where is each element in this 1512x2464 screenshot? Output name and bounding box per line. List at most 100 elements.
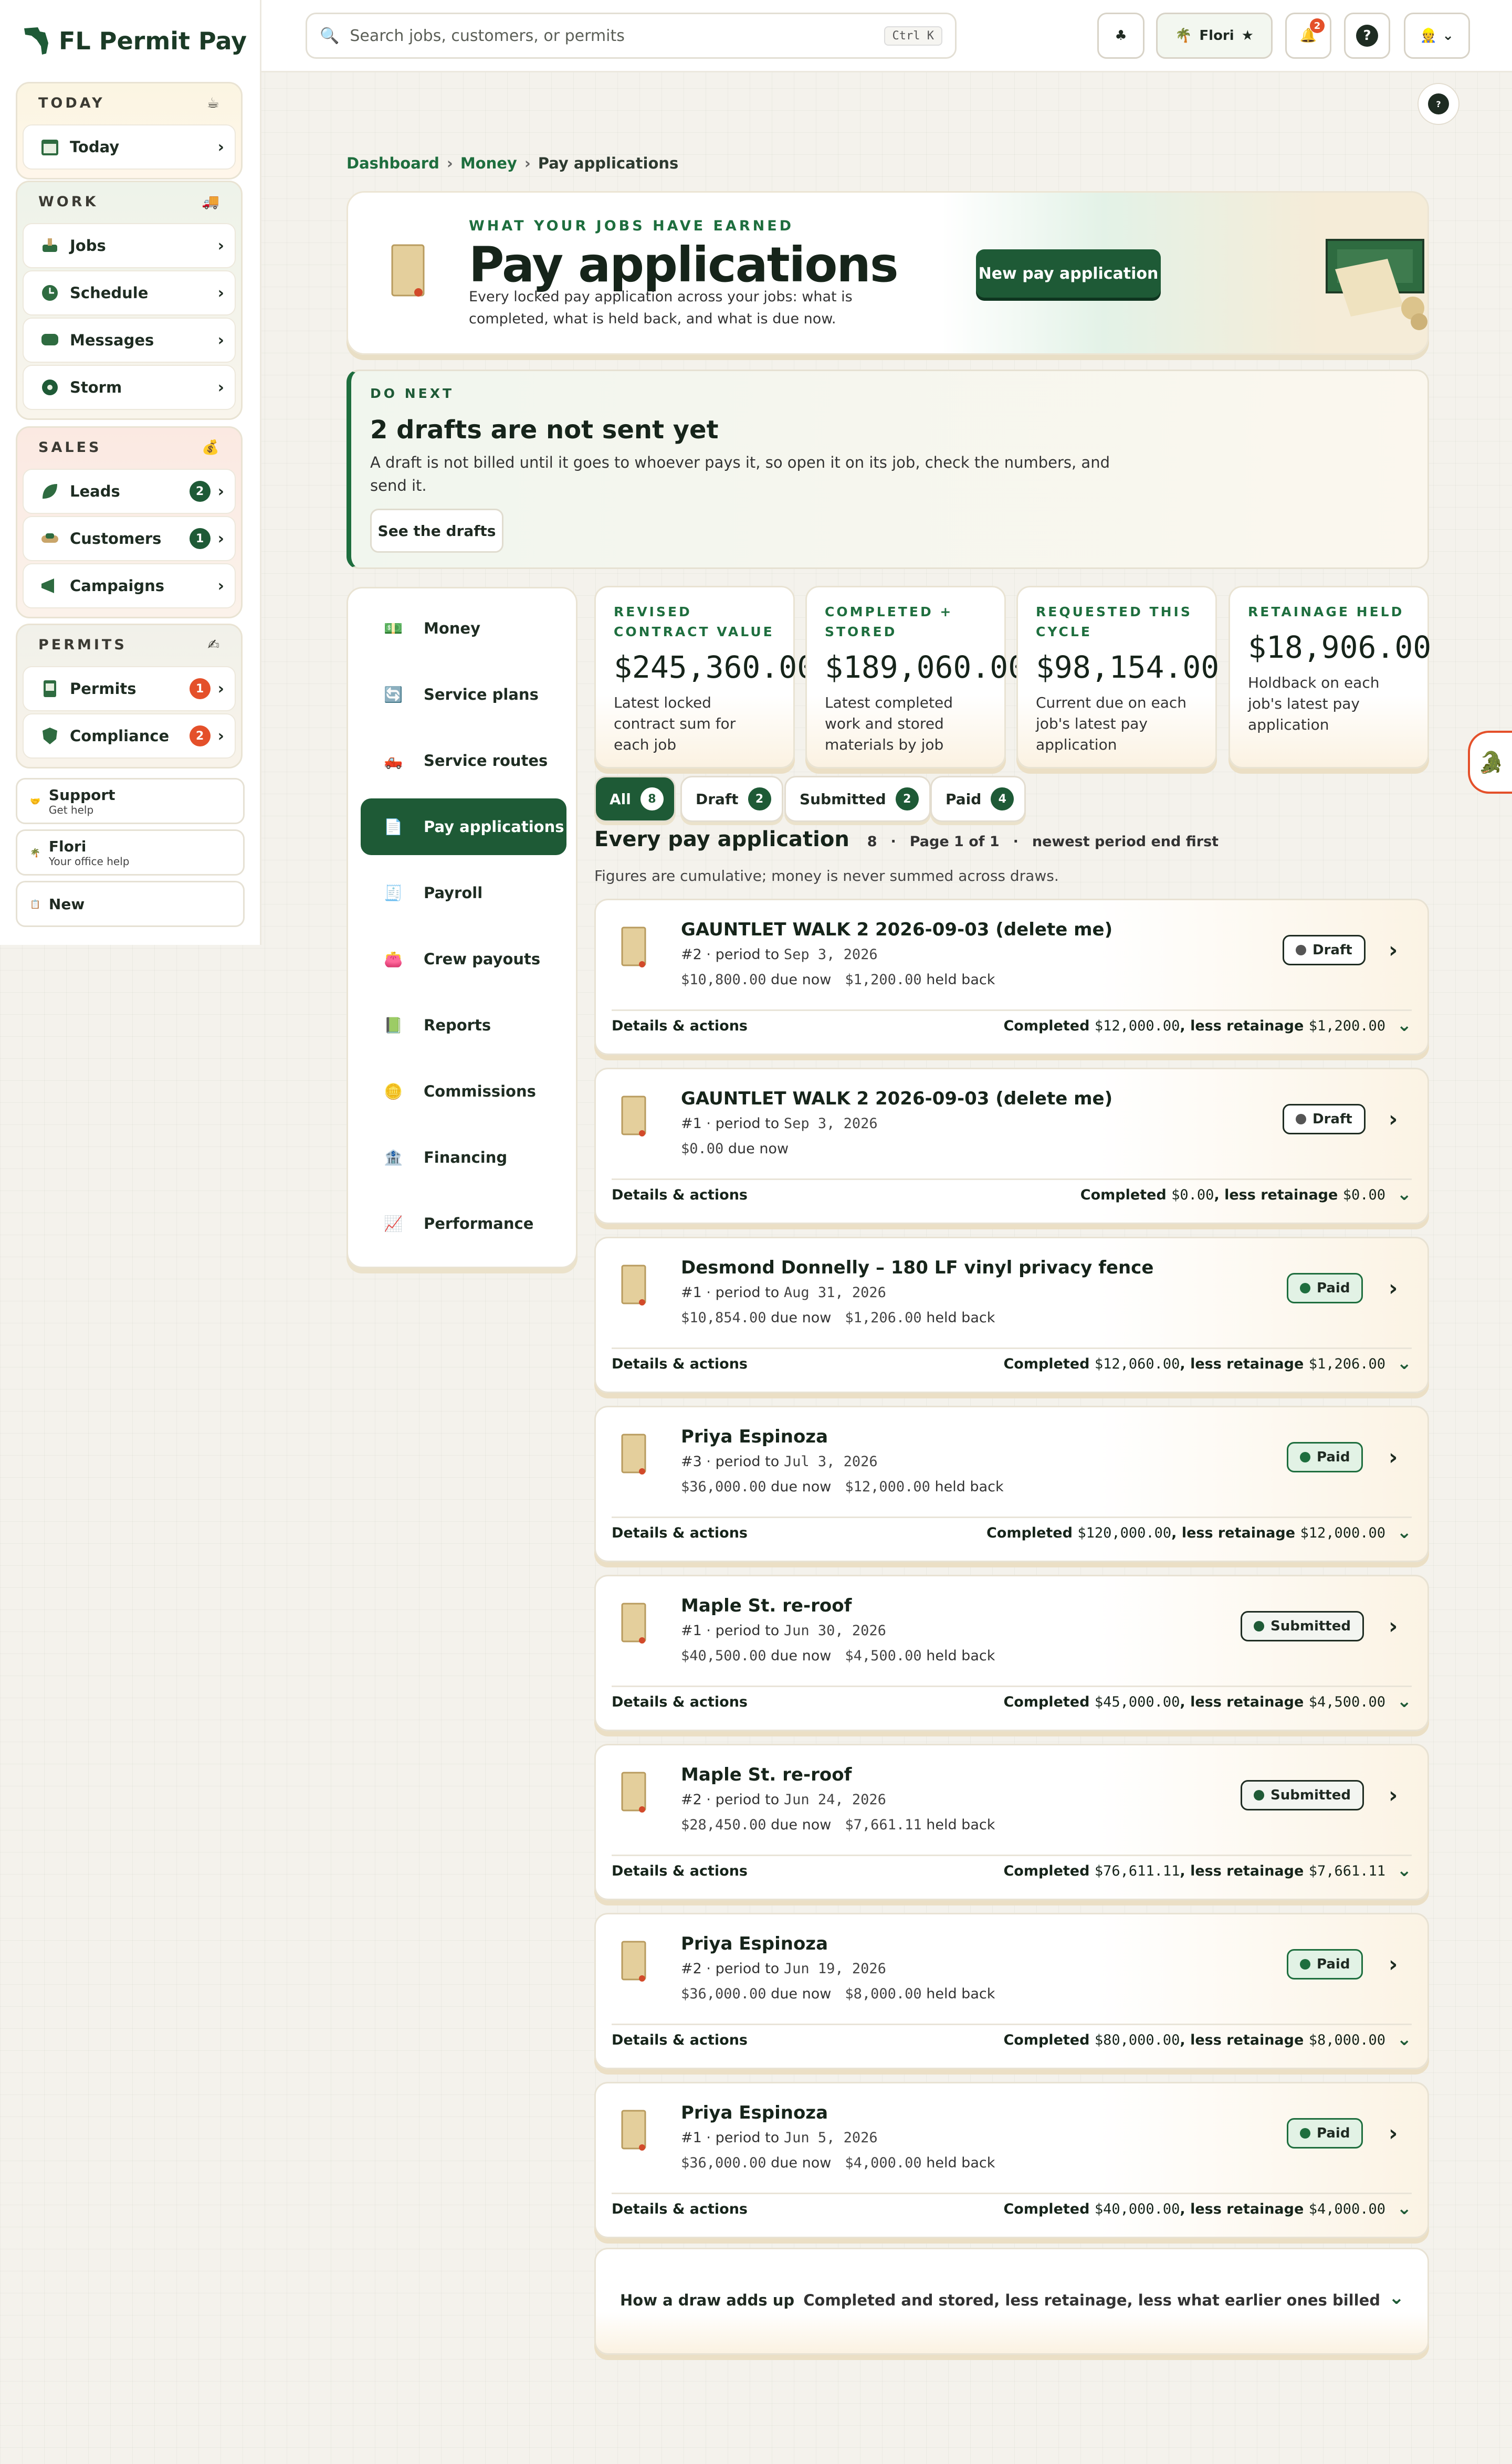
chevron-right-icon[interactable]: › xyxy=(1389,1106,1398,1132)
pay-app-amounts: $10,800.00 due now $1,200.00 held back xyxy=(681,972,995,988)
account-menu-button[interactable]: 👷 ⌄ xyxy=(1404,13,1470,59)
pay-application-card[interactable]: GAUNTLET WALK 2 2026-09-03 (delete me) #2… xyxy=(594,899,1429,1055)
page-help-button[interactable]: ? xyxy=(1418,83,1460,125)
chevron-down-icon[interactable]: ⌄ xyxy=(1397,1522,1412,1543)
subnav-pay-applications[interactable]: 📄 Pay applications xyxy=(361,798,566,855)
chevron-right-icon: › xyxy=(217,576,224,595)
do-next-description: A draft is not billed until it goes to w… xyxy=(370,454,1110,494)
chevron-right-icon[interactable]: › xyxy=(1389,1444,1398,1470)
chevron-right-icon[interactable]: › xyxy=(1389,1613,1398,1639)
filter-tab-draft[interactable]: Draft 2 xyxy=(680,776,783,822)
details-actions-toggle[interactable]: Details & actions xyxy=(612,1187,748,1203)
chevron-down-icon[interactable]: ⌄ xyxy=(1397,1015,1412,1036)
list-sort[interactable]: newest period end first xyxy=(1032,834,1219,850)
pay-app-title[interactable]: Priya Espinoza xyxy=(681,2102,828,2123)
chevron-right-icon[interactable]: › xyxy=(1389,1951,1398,1977)
pay-app-title[interactable]: Maple St. re-roof xyxy=(681,1764,852,1785)
chevron-down-icon[interactable]: ⌄ xyxy=(1397,1353,1412,1374)
pay-application-card[interactable]: Priya Espinoza #3 · period to Jul 3, 2026… xyxy=(594,1406,1429,1562)
pay-application-card[interactable]: Priya Espinoza #2 · period to Jun 19, 202… xyxy=(594,1913,1429,2069)
chevron-down-icon[interactable]: ⌄ xyxy=(1397,1860,1412,1881)
subnav-financing[interactable]: 🏦 Financing xyxy=(361,1129,566,1186)
new-pay-application-button[interactable]: New pay application xyxy=(976,249,1161,298)
assistant-link[interactable]: 🌴 Flori Your office help xyxy=(16,829,245,876)
see-drafts-button[interactable]: See the drafts xyxy=(370,509,503,553)
filter-tab-paid[interactable]: Paid 4 xyxy=(930,776,1026,822)
coin-stack-icon: 🪙 xyxy=(383,1082,403,1100)
pay-app-amounts: $36,000.00 due now $8,000.00 held back xyxy=(681,1986,995,2002)
sidebar-item-leads[interactable]: Leads 2 › xyxy=(23,469,236,514)
flori-floating-button[interactable]: 🐊 xyxy=(1468,731,1512,794)
breadcrumb: Dashboard › Money › Pay applications xyxy=(346,154,679,172)
pay-app-title[interactable]: Priya Espinoza xyxy=(681,1426,828,1447)
pay-application-card[interactable]: Maple St. re-roof #2 · period to Jun 24, … xyxy=(594,1744,1429,1900)
subnav-commissions[interactable]: 🪙 Commissions xyxy=(361,1063,566,1120)
chevron-right-icon[interactable]: › xyxy=(1389,1782,1398,1808)
subnav-performance[interactable]: 📈 Performance xyxy=(361,1195,566,1252)
app-logo[interactable]: FL Permit Pay xyxy=(22,22,247,60)
subnav-crew-payouts[interactable]: 👛 Crew payouts xyxy=(361,931,566,987)
chevron-down-icon[interactable]: ⌄ xyxy=(1397,2029,1412,2050)
hero-card: WHAT YOUR JOBS HAVE EARNED Pay applicati… xyxy=(346,191,1429,355)
metric-revised-contract: REVISED CONTRACT VALUE $245,360.00 Latest … xyxy=(594,586,815,768)
new-button[interactable]: 📋 New xyxy=(16,881,245,927)
status-dot-icon xyxy=(1296,945,1306,955)
money-hand-icon: 💵 xyxy=(383,619,403,637)
pay-app-amounts: $36,000.00 due now $12,000.00 held back xyxy=(681,1479,1004,1495)
help-button[interactable]: ? xyxy=(1344,13,1390,59)
details-actions-toggle[interactable]: Details & actions xyxy=(612,1863,748,1879)
breadcrumb-dashboard[interactable]: Dashboard xyxy=(346,154,439,172)
support-link[interactable]: 🤝 Support Get help xyxy=(16,778,245,824)
how-draw-adds-up[interactable]: How a draw adds up Completed and stored,… xyxy=(594,2248,1429,2355)
chevron-right-icon[interactable]: › xyxy=(1389,2120,1398,2146)
breadcrumb-money[interactable]: Money xyxy=(460,154,517,172)
details-actions-toggle[interactable]: Details & actions xyxy=(612,2201,748,2217)
flori-button[interactable]: 🌴 Flori ★ xyxy=(1156,13,1273,59)
quick-actions-button[interactable]: ♣ xyxy=(1097,13,1144,59)
metric-completed-stored: COMPLETED + STORED $189,060.00 Latest comp… xyxy=(805,586,1026,768)
subnav-money[interactable]: 💵 Money xyxy=(361,600,566,657)
pay-application-card[interactable]: Maple St. re-roof #1 · period to Jun 30, … xyxy=(594,1575,1429,1731)
pay-app-title[interactable]: Maple St. re-roof xyxy=(681,1595,852,1616)
details-actions-toggle[interactable]: Details & actions xyxy=(612,1694,748,1710)
filter-tab-submitted[interactable]: Submitted 2 xyxy=(784,776,931,822)
flori-mascot-icon: 🌴 xyxy=(30,847,40,858)
sidebar-item-schedule[interactable]: Schedule › xyxy=(23,270,236,315)
pay-document-icon: 📄 xyxy=(383,817,403,836)
list-header: Every pay application 8 · Page 1 of 1 · … xyxy=(594,827,1219,851)
notifications-button[interactable]: 🔔 2 xyxy=(1285,13,1331,59)
pay-application-card[interactable]: Priya Espinoza #1 · period to Jun 5, 2026… xyxy=(594,2082,1429,2238)
chevron-down-icon[interactable]: ⌄ xyxy=(1397,1691,1412,1712)
sidebar-item-permits[interactable]: Permits 1 › xyxy=(23,666,236,711)
subnav-reports[interactable]: 📗 Reports xyxy=(361,997,566,1054)
filter-tab-all[interactable]: All 8 xyxy=(594,776,676,822)
chevron-right-icon[interactable]: › xyxy=(1389,1275,1398,1301)
pay-application-card[interactable]: GAUNTLET WALK 2 2026-09-03 (delete me) #1… xyxy=(594,1068,1429,1224)
details-actions-toggle[interactable]: Details & actions xyxy=(612,1018,748,1034)
sidebar-item-jobs[interactable]: Jobs › xyxy=(23,223,236,268)
sidebar-item-messages[interactable]: Messages › xyxy=(23,318,236,363)
pay-app-title[interactable]: GAUNTLET WALK 2 2026-09-03 (delete me) xyxy=(681,1088,1112,1109)
subnav-payroll[interactable]: 🧾 Payroll xyxy=(361,865,566,921)
pay-app-title[interactable]: Priya Espinoza xyxy=(681,1933,828,1954)
details-actions-toggle[interactable]: Details & actions xyxy=(612,1525,748,1541)
details-actions-toggle[interactable]: Details & actions xyxy=(612,1356,748,1372)
pay-document-icon xyxy=(391,244,425,297)
sidebar-item-campaigns[interactable]: Campaigns › xyxy=(23,563,236,608)
pay-app-title[interactable]: Desmond Donnelly – 180 LF vinyl privacy … xyxy=(681,1257,1153,1278)
pay-app-period: #1 · period to Jun 5, 2026 xyxy=(681,2130,878,2146)
divider xyxy=(612,1517,1412,1518)
sidebar-item-compliance[interactable]: Compliance 2 › xyxy=(23,713,236,759)
details-actions-toggle[interactable]: Details & actions xyxy=(612,2032,748,2048)
search-input[interactable]: 🔍 Search jobs, customers, or permits Ctr… xyxy=(306,13,957,59)
chevron-down-icon[interactable]: ⌄ xyxy=(1397,2198,1412,2219)
sidebar-item-storm[interactable]: Storm › xyxy=(23,365,236,410)
chevron-right-icon[interactable]: › xyxy=(1389,937,1398,963)
subnav-service-plans[interactable]: 🔄 Service plans xyxy=(361,666,566,723)
sidebar-item-customers[interactable]: Customers 1 › xyxy=(23,516,236,561)
pay-application-card[interactable]: Desmond Donnelly – 180 LF vinyl privacy … xyxy=(594,1237,1429,1393)
sidebar-item-today[interactable]: Today › xyxy=(23,124,236,170)
subnav-service-routes[interactable]: 🛻 Service routes xyxy=(361,732,566,789)
chevron-down-icon[interactable]: ⌄ xyxy=(1397,1184,1412,1205)
pay-app-title[interactable]: GAUNTLET WALK 2 2026-09-03 (delete me) xyxy=(681,919,1112,940)
